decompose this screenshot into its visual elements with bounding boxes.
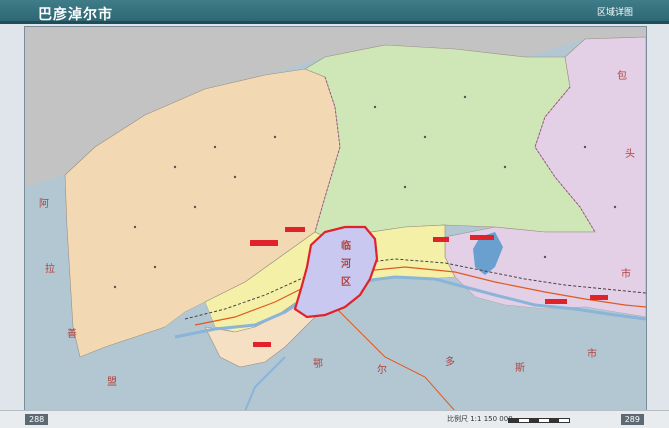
label-meng: 盟 bbox=[107, 376, 117, 388]
town-marker bbox=[470, 235, 494, 240]
scale-label: 比例尺 1:1 150 000 bbox=[447, 415, 513, 423]
town-marker bbox=[433, 237, 449, 242]
town-marker bbox=[590, 295, 608, 300]
map-svg: 临 河 区 阿 拉 善 盟 鄂 尔 多 斯 市 包 头 市 bbox=[25, 27, 646, 411]
town-marker bbox=[545, 299, 567, 304]
label-e: 鄂 bbox=[313, 358, 323, 370]
page-header: 巴彦淖尔市 区域详图 bbox=[0, 0, 669, 24]
linhe-char-2: 河 bbox=[341, 258, 351, 270]
label-tou: 头 bbox=[625, 148, 635, 160]
town-marker bbox=[285, 227, 305, 232]
atlas-page: 巴彦淖尔市 区域详图 临 河 区 阿 拉 善 盟 鄂 尔 多 斯 市 包 头 市… bbox=[0, 0, 669, 428]
town-marker bbox=[253, 342, 271, 347]
label-shi-south: 市 bbox=[587, 347, 597, 360]
label-si: 斯 bbox=[515, 361, 525, 374]
linhe-char-1: 临 bbox=[341, 239, 351, 252]
page-number-right: 289 bbox=[620, 414, 644, 425]
linhe-char-3: 区 bbox=[341, 276, 351, 288]
page-footer: 288 比例尺 1:1 150 000 289 bbox=[0, 410, 669, 428]
section-label: 区域详图 bbox=[596, 8, 633, 18]
town-marker bbox=[250, 240, 278, 246]
label-la: 拉 bbox=[45, 262, 55, 275]
scale-bar bbox=[508, 418, 570, 423]
label-er: 尔 bbox=[377, 363, 387, 376]
label-shi-east: 市 bbox=[621, 267, 631, 280]
page-number-left: 288 bbox=[25, 414, 49, 425]
label-shan: 善 bbox=[67, 327, 77, 340]
map-canvas[interactable]: 临 河 区 阿 拉 善 盟 鄂 尔 多 斯 市 包 头 市 bbox=[24, 26, 647, 412]
header-stripe bbox=[0, 21, 669, 24]
label-duo: 多 bbox=[445, 355, 455, 368]
label-bao: 包 bbox=[617, 69, 627, 82]
label-a: 阿 bbox=[39, 198, 49, 210]
